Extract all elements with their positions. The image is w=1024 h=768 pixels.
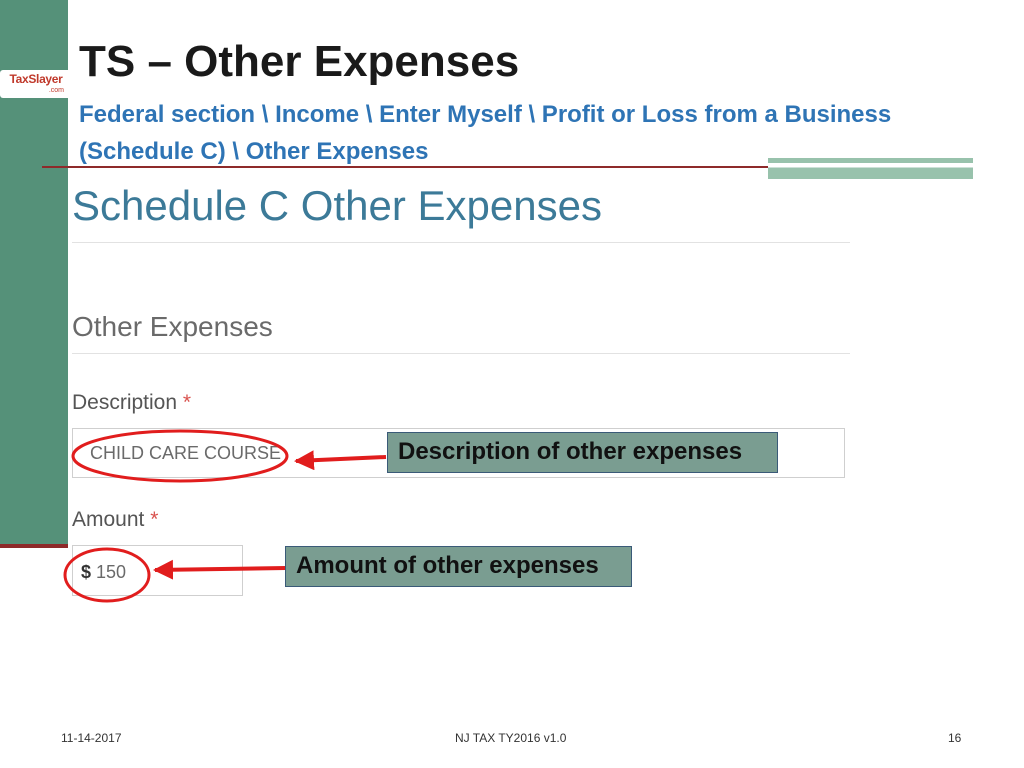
annotation-layer: [63, 429, 387, 603]
amount-highlight-circle: [63, 547, 151, 603]
arrow-left-icon: [294, 450, 387, 471]
arrow-left-icon: [153, 559, 287, 580]
footer-date: 11-14-2017: [61, 731, 122, 745]
page-number: 16: [948, 731, 962, 745]
amount-callout: Amount of other expenses: [285, 546, 632, 587]
description-callout: Description of other expenses: [387, 432, 778, 473]
description-highlight-circle: [71, 429, 289, 483]
footer-version: NJ TAX TY2016 v1.0: [455, 731, 567, 745]
